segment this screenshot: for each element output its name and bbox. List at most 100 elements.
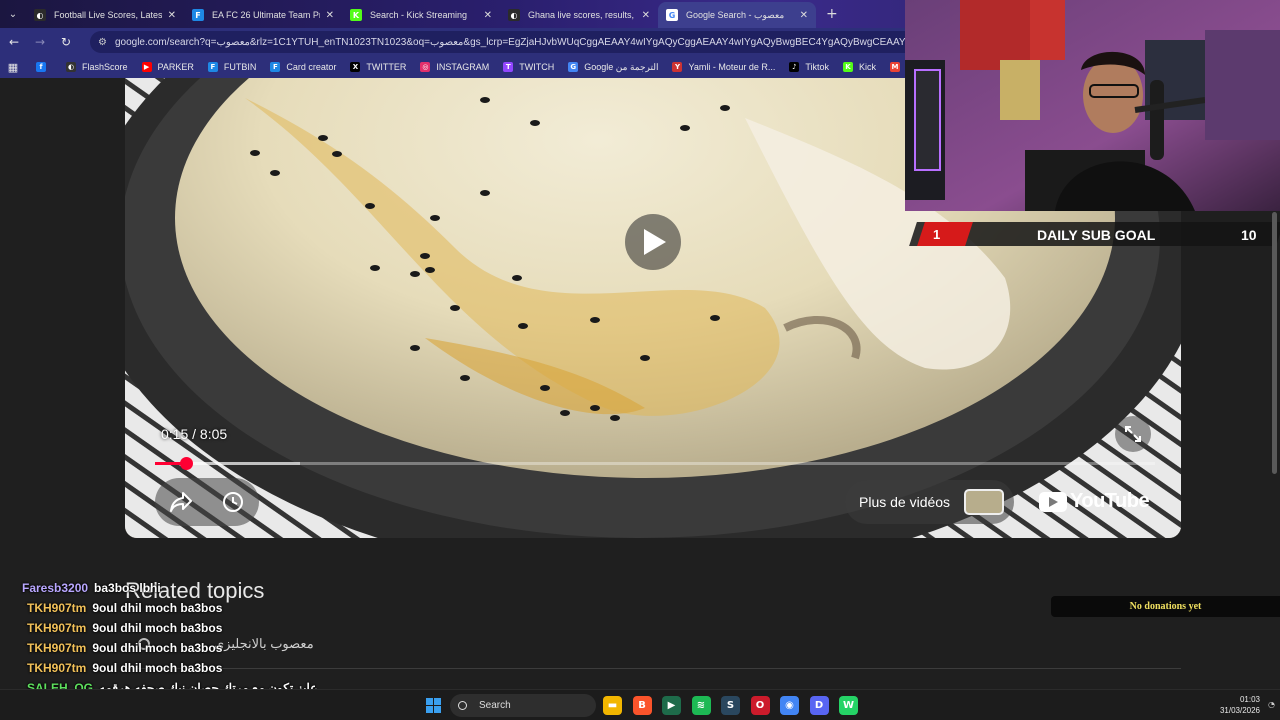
tiktok-icon: ♪ [789,62,800,72]
site-info-icon[interactable]: ⚙ [98,37,107,48]
bookmark-0[interactable]: f [36,62,52,72]
windows-start-icon[interactable] [426,698,441,713]
youtube-play-icon [1039,491,1067,512]
bookmark-6[interactable]: ◎ INSTAGRAM [420,62,489,72]
bookmark-3[interactable]: F FUTBIN [207,62,256,72]
url-text: google.com/search?q=معصوب&rlz=1C1YTUH_en… [114,36,920,48]
back-button[interactable]: ← [2,30,26,54]
reload-button[interactable]: ↻ [54,30,78,54]
tab-search-menu[interactable]: ⌄ [0,0,26,28]
webcam-overlay [905,0,1280,211]
flashscore-icon: ◐ [34,9,46,21]
bookmark-11[interactable]: K Kick [843,62,876,72]
tab-4[interactable]: G Google Search - معصوب ✕ [658,2,816,28]
more-videos-thumbnail [964,489,1005,515]
gmail-icon: M [890,62,901,72]
youtube-wordmark: YouTube [1070,490,1150,512]
scrubber-handle[interactable] [180,457,193,470]
play-button[interactable] [625,214,681,270]
spotify-icon[interactable]: ≋ [691,696,711,715]
chat-username[interactable]: TKH907tm [27,641,86,655]
close-icon[interactable]: ✕ [642,10,650,21]
share-button[interactable] [165,486,197,518]
system-clock[interactable]: 01:03 31/03/2026 [1200,694,1260,716]
app-icon[interactable]: ▶ [662,696,681,715]
webcam-image [905,0,1280,211]
twitch-icon: T [503,62,514,72]
chat-username[interactable]: Faresb3200 [22,581,88,595]
whatsapp-icon[interactable]: W [839,696,858,715]
more-videos-button[interactable]: Plus de vidéos [845,480,1015,524]
close-icon[interactable]: ✕ [326,10,334,21]
discord-icon[interactable]: D [809,696,829,715]
instagram-icon: ◎ [420,62,431,72]
futbin-icon: F [270,62,281,72]
screen: ⌄ ◐ Football Live Scores, Latest Fo ✕ F EA F… [0,0,1280,720]
tab-title: EA FC 26 Ultimate Team Prices [212,10,320,20]
bookmark-label: Yamli - Moteur de R... [688,62,776,72]
youtube-icon: ▶ [141,62,152,72]
flashscore-icon: ◐ [66,62,76,72]
video-time: 0:15 / 8:05 [161,426,228,442]
opera-icon[interactable]: O [750,696,770,715]
brave-icon[interactable]: B [632,696,652,715]
bookmark-label: FlashScore [82,62,128,72]
chat-text: 9oul dhil moch ba3bos [92,601,223,615]
bookmark-2[interactable]: ▶ PARKER [141,62,194,72]
file-explorer-icon[interactable]: ▬ [603,696,622,715]
back-arrow-icon: ← [8,35,20,49]
page-scrollbar[interactable] [1270,212,1278,474]
translate-icon: G [568,62,579,72]
bookmark-4[interactable]: F Card creator [270,62,336,72]
reload-icon: ↻ [60,35,72,49]
fullscreen-button[interactable] [1115,416,1151,452]
kick-icon: K [843,62,854,72]
sub-goal-count-badge [917,222,973,246]
tab-3[interactable]: ◐ Ghana live scores, results, fixtu ✕ [500,2,658,28]
left-controls [155,478,259,526]
bookmark-8[interactable]: G Google الترجمة من [568,62,658,73]
kick-icon: K [350,9,362,21]
forward-button[interactable]: → [28,30,52,54]
bookmark-1[interactable]: ◐ FlashScore [66,62,128,72]
tab-1[interactable]: F EA FC 26 Ultimate Team Prices ✕ [184,2,342,28]
youtube-logo[interactable]: YouTube [1039,490,1150,513]
bookmark-5[interactable]: X TWITTER [350,62,406,72]
sub-goal-current: 1 [933,227,941,242]
chat-username[interactable]: TKH907tm [27,661,86,675]
share-icon [170,492,192,512]
chat-username[interactable]: TKH907tm [27,601,86,615]
chat-username[interactable]: TKH907tm [27,621,86,635]
bookmark-label: Tiktok [805,62,830,72]
close-icon[interactable]: ✕ [484,10,492,21]
tab-2[interactable]: K Search - Kick Streaming ✕ [342,2,500,28]
facebook-icon: f [36,62,46,72]
new-tab-button[interactable]: + [826,6,838,22]
tab-title: Search - Kick Streaming [370,10,468,20]
steam-icon[interactable]: S [721,696,740,715]
expand-icon [1125,426,1141,442]
taskbar-search[interactable]: Search [450,694,596,717]
more-videos-label: Plus de vidéos [859,494,951,510]
bookmark-10[interactable]: ♪ Tiktok [789,62,829,72]
play-icon [644,229,666,255]
chat-message: TKH907tm 9oul dhil moch ba3bos [27,618,222,638]
close-icon[interactable]: ✕ [168,10,176,21]
scrollbar-thumb[interactable] [1272,212,1277,474]
clock-icon [223,492,243,512]
close-icon[interactable]: ✕ [800,10,808,21]
chat-text: 9oul dhil moch ba3bos [92,641,223,655]
notification-bell-icon[interactable]: ◔ [1268,700,1275,709]
progress-bar[interactable] [155,457,1155,470]
donations-widget: No donations yet [1051,596,1280,617]
apps-grid-icon[interactable]: ▦ [0,61,26,74]
chat-text: 9oul dhil moch ba3bos [92,621,223,635]
tab-0[interactable]: ◐ Football Live Scores, Latest Fo ✕ [26,2,184,28]
address-bar[interactable]: ⚙ google.com/search?q=معصوب&rlz=1C1YTUH_… [90,31,920,53]
watch-later-button[interactable] [217,486,249,518]
bookmark-9[interactable]: Y Yamli - Moteur de R... [672,62,775,72]
chrome-icon[interactable]: ◉ [780,696,799,715]
bookmark-7[interactable]: T TWITCH [503,62,554,72]
divider [125,668,1181,669]
taskbar: Search ▬ B ▶ ≋ S O ◉ D W 01:03 31/03/2026 ◔ [0,689,1280,720]
